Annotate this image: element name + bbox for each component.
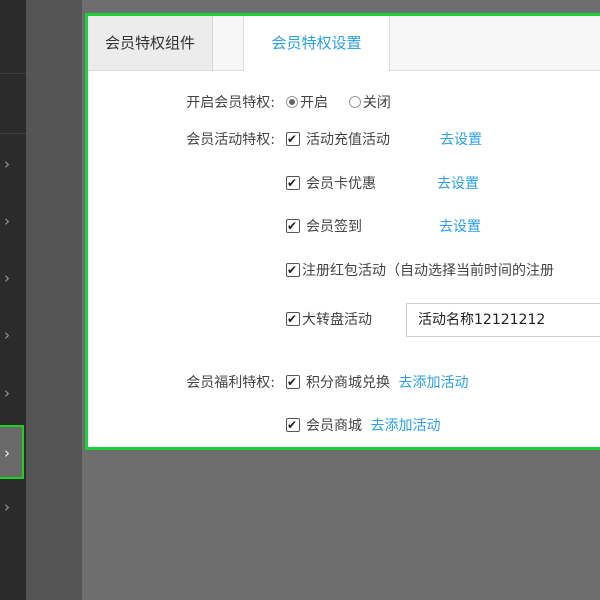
register-bonus-label: 注册红包活动（自动选择当前时间的注册 — [302, 263, 554, 279]
chevron-right-icon[interactable]: › — [0, 383, 14, 403]
activity-row-register: 注册红包活动（自动选择当前时间的注册 — [88, 259, 600, 283]
recharge-label: 活动充值活动 — [306, 132, 390, 148]
activity-row-recharge: 会员活动特权: 活动充值活动 去设置 — [88, 127, 600, 152]
chevron-right-icon[interactable]: › — [0, 154, 14, 174]
radio-close[interactable] — [348, 96, 361, 108]
welfare-privilege-label: 会员福利特权: — [186, 375, 275, 391]
member-mall-label: 会员商城 — [306, 418, 362, 434]
signin-settings-link[interactable]: 去设置 — [439, 215, 481, 239]
recharge-settings-link[interactable]: 去设置 — [440, 128, 482, 152]
tab-member-privilege-widget[interactable]: 会员特权组件 — [88, 16, 213, 70]
chevron-right-icon[interactable]: › — [0, 211, 14, 231]
activity-row-card: 会员卡优惠 去设置 — [88, 171, 600, 196]
activity-row-signin: 会员签到 去设置 — [88, 214, 600, 239]
tab-member-privilege-settings[interactable]: 会员特权设置 — [243, 16, 390, 71]
tab-bar: 会员特权组件 会员特权设置 — [88, 16, 600, 71]
sidebar-item-active[interactable]: › — [0, 425, 24, 479]
checkbox-signin[interactable] — [286, 214, 300, 238]
content-gutter — [26, 0, 82, 600]
chevron-right-icon[interactable]: › — [0, 268, 14, 288]
chevron-right-icon: › — [4, 444, 10, 462]
open-privilege-label: 开启会员特权: — [186, 95, 275, 111]
chevron-right-icon[interactable]: › — [0, 497, 14, 517]
checkbox-wheel[interactable] — [286, 307, 300, 331]
checkbox-register-bonus[interactable] — [286, 259, 300, 282]
member-privilege-panel: 会员特权组件 会员特权设置 开启会员特权: 开启 关闭 会员活动特权: 活动充值… — [85, 13, 600, 450]
member-card-settings-link[interactable]: 去设置 — [437, 172, 479, 196]
open-privilege-row: 开启会员特权: 开启 关闭 — [88, 91, 488, 115]
chevron-right-icon[interactable]: › — [0, 325, 14, 345]
signin-label: 会员签到 — [306, 219, 362, 235]
sidebar-divider — [0, 73, 26, 74]
checkbox-recharge[interactable] — [286, 127, 300, 151]
welfare-row-points: 会员福利特权: 积分商城兑换 去添加活动 — [88, 370, 600, 395]
radio-open[interactable] — [286, 96, 298, 108]
points-mall-add-link[interactable]: 去添加活动 — [398, 375, 468, 391]
member-card-label: 会员卡优惠 — [306, 176, 376, 192]
wheel-label: 大转盘活动 — [302, 312, 372, 328]
points-mall-label: 积分商城兑换 — [306, 375, 390, 391]
checkbox-points-mall[interactable] — [286, 370, 300, 394]
radio-open-label: 开启 — [300, 95, 328, 111]
checkbox-member-card[interactable] — [286, 171, 300, 195]
activity-privilege-label: 会员活动特权: — [186, 132, 275, 148]
welfare-row-mall: 会员商城 去添加活动 — [88, 413, 600, 438]
activity-name-input[interactable]: 活动名称12121212 — [406, 303, 600, 337]
member-mall-add-link[interactable]: 去添加活动 — [370, 418, 440, 434]
checkbox-member-mall[interactable] — [286, 413, 300, 437]
radio-close-label: 关闭 — [362, 95, 391, 111]
activity-row-wheel: 大转盘活动 — [88, 307, 408, 332]
sidebar: › › › › › › › — [0, 0, 26, 600]
sidebar-divider — [0, 133, 26, 134]
